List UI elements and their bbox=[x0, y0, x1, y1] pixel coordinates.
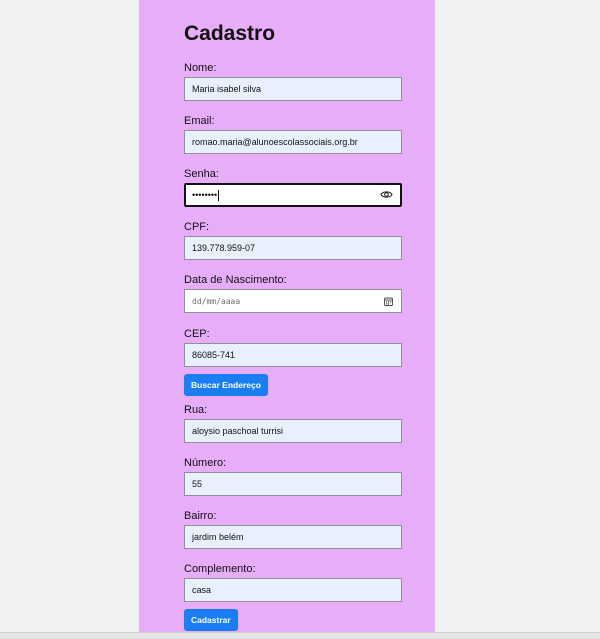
buscar-endereco-button[interactable]: Buscar Endereço bbox=[184, 374, 268, 396]
email-input[interactable]: romao.maria@alunoescolassociais.org.br bbox=[184, 130, 402, 154]
senha-label: Senha: bbox=[184, 168, 219, 180]
senha-value: •••••••• bbox=[192, 190, 218, 200]
calendar-icon[interactable] bbox=[384, 297, 393, 306]
nascimento-input[interactable]: dd/mm/aaaa bbox=[184, 289, 402, 313]
nome-input[interactable]: Maria isabel silva bbox=[184, 77, 402, 101]
text-caret bbox=[218, 190, 220, 202]
nome-label: Nome: bbox=[184, 62, 217, 74]
eye-icon[interactable] bbox=[380, 189, 393, 200]
complemento-input[interactable]: casa bbox=[184, 578, 402, 602]
cadastrar-button[interactable]: Cadastrar bbox=[184, 609, 238, 631]
form-title: Cadastro bbox=[184, 22, 276, 45]
rua-label: Rua: bbox=[184, 404, 208, 416]
horizontal-scrollbar[interactable] bbox=[0, 632, 600, 639]
bairro-label: Bairro: bbox=[184, 510, 217, 522]
email-label: Email: bbox=[184, 115, 215, 127]
bairro-input[interactable]: jardim belém bbox=[184, 525, 402, 549]
numero-label: Número: bbox=[184, 457, 227, 469]
senha-input[interactable]: •••••••• bbox=[184, 183, 402, 207]
cpf-label: CPF: bbox=[184, 221, 210, 233]
cep-label: CEP: bbox=[184, 328, 210, 340]
complemento-label: Complemento: bbox=[184, 563, 256, 575]
rua-input[interactable]: aloysio paschoal turrisi bbox=[184, 419, 402, 443]
cep-input[interactable]: 86085-741 bbox=[184, 343, 402, 367]
page: Cadastro Nome: Maria isabel silva Email:… bbox=[0, 0, 600, 639]
nascimento-placeholder: dd/mm/aaaa bbox=[192, 297, 241, 306]
cpf-input[interactable]: 139.778.959-07 bbox=[184, 236, 402, 260]
nascimento-label: Data de Nascimento: bbox=[184, 274, 287, 286]
numero-input[interactable]: 55 bbox=[184, 472, 402, 496]
